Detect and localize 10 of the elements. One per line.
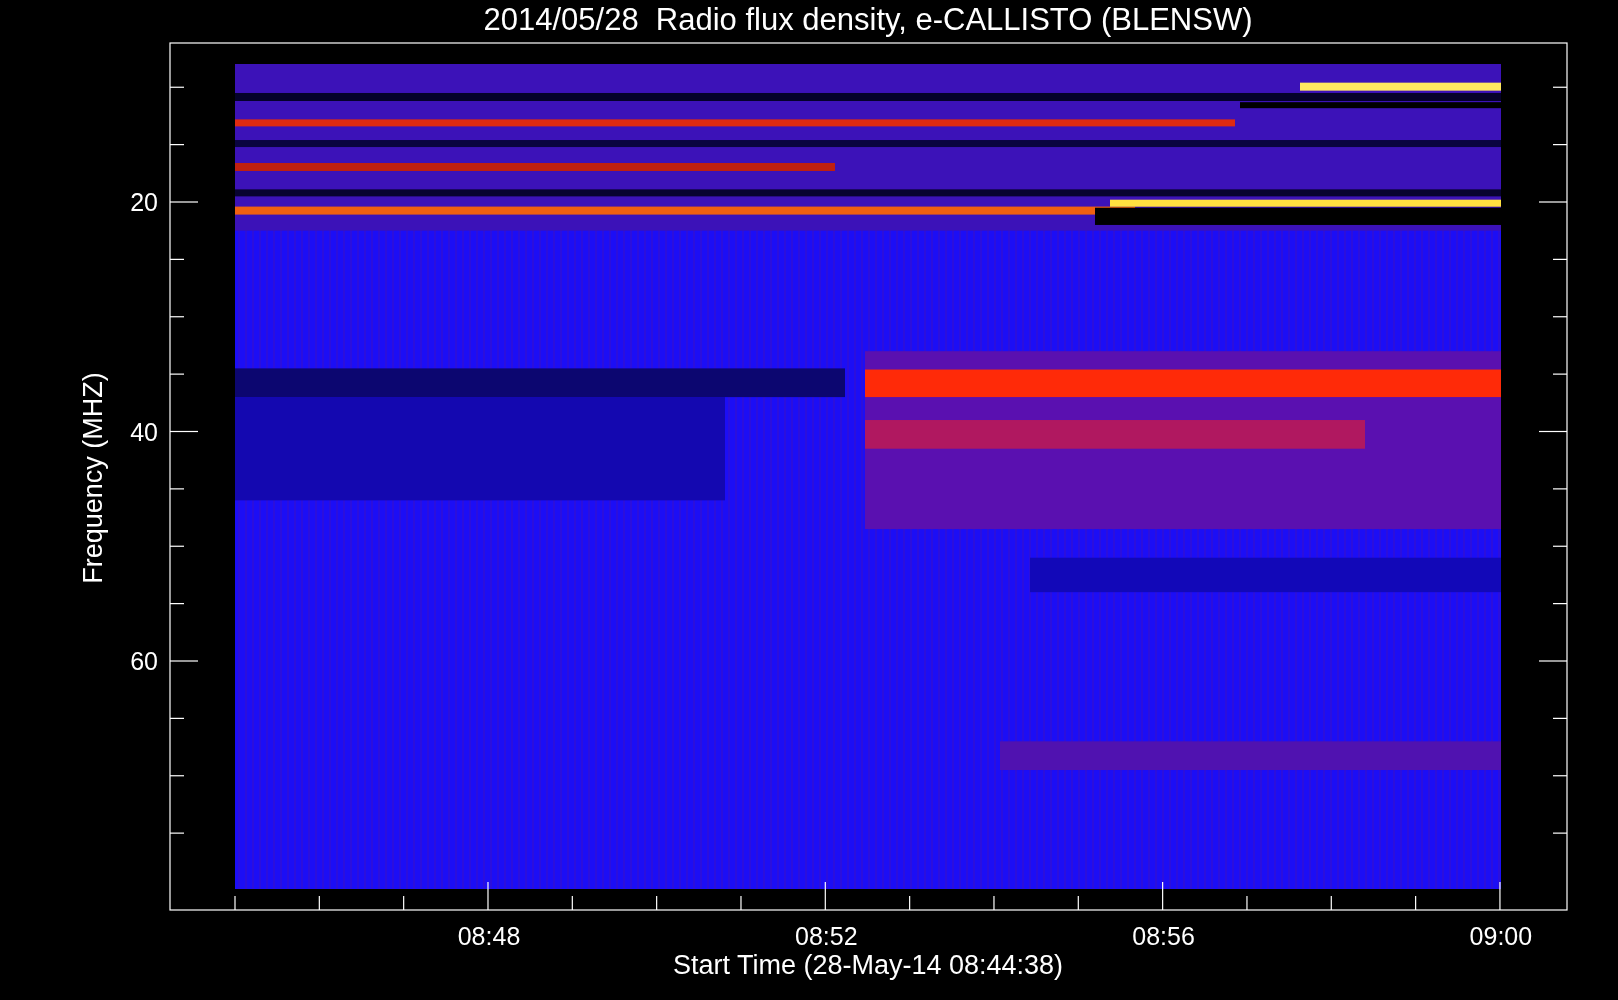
- tick-label: 08:52: [795, 922, 858, 950]
- tick-label: 60: [130, 647, 158, 675]
- chart-title: 2014/05/28 Radio flux density, e-CALLISTO (BLENSW): [483, 2, 1253, 37]
- axis-label: Frequency (MHZ): [78, 372, 108, 584]
- tick-label: 40: [130, 417, 158, 446]
- tick-label: 20: [130, 188, 158, 216]
- tick-label: 08:56: [1132, 922, 1195, 950]
- tick-label: 09:00: [1469, 922, 1533, 950]
- axis-label: Start Time (28-May-14 08:44:38): [672, 950, 1064, 980]
- tick-label: 08:48: [457, 922, 521, 950]
